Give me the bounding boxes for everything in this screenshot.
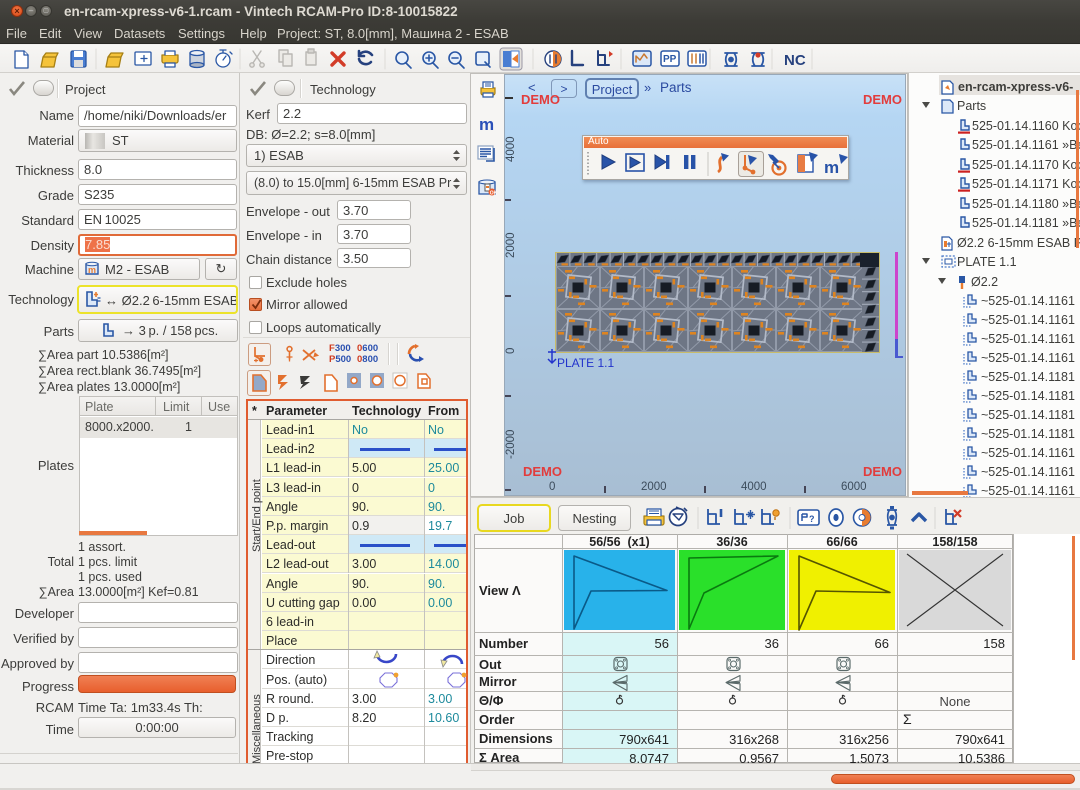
- svg-text:OK: OK: [490, 191, 498, 197]
- svg-text:m: m: [88, 265, 96, 275]
- svg-text:m: m: [824, 158, 839, 177]
- svg-text:PP: PP: [663, 54, 677, 65]
- svg-text:NC: NC: [784, 52, 806, 69]
- svg-text:?: ?: [809, 514, 815, 524]
